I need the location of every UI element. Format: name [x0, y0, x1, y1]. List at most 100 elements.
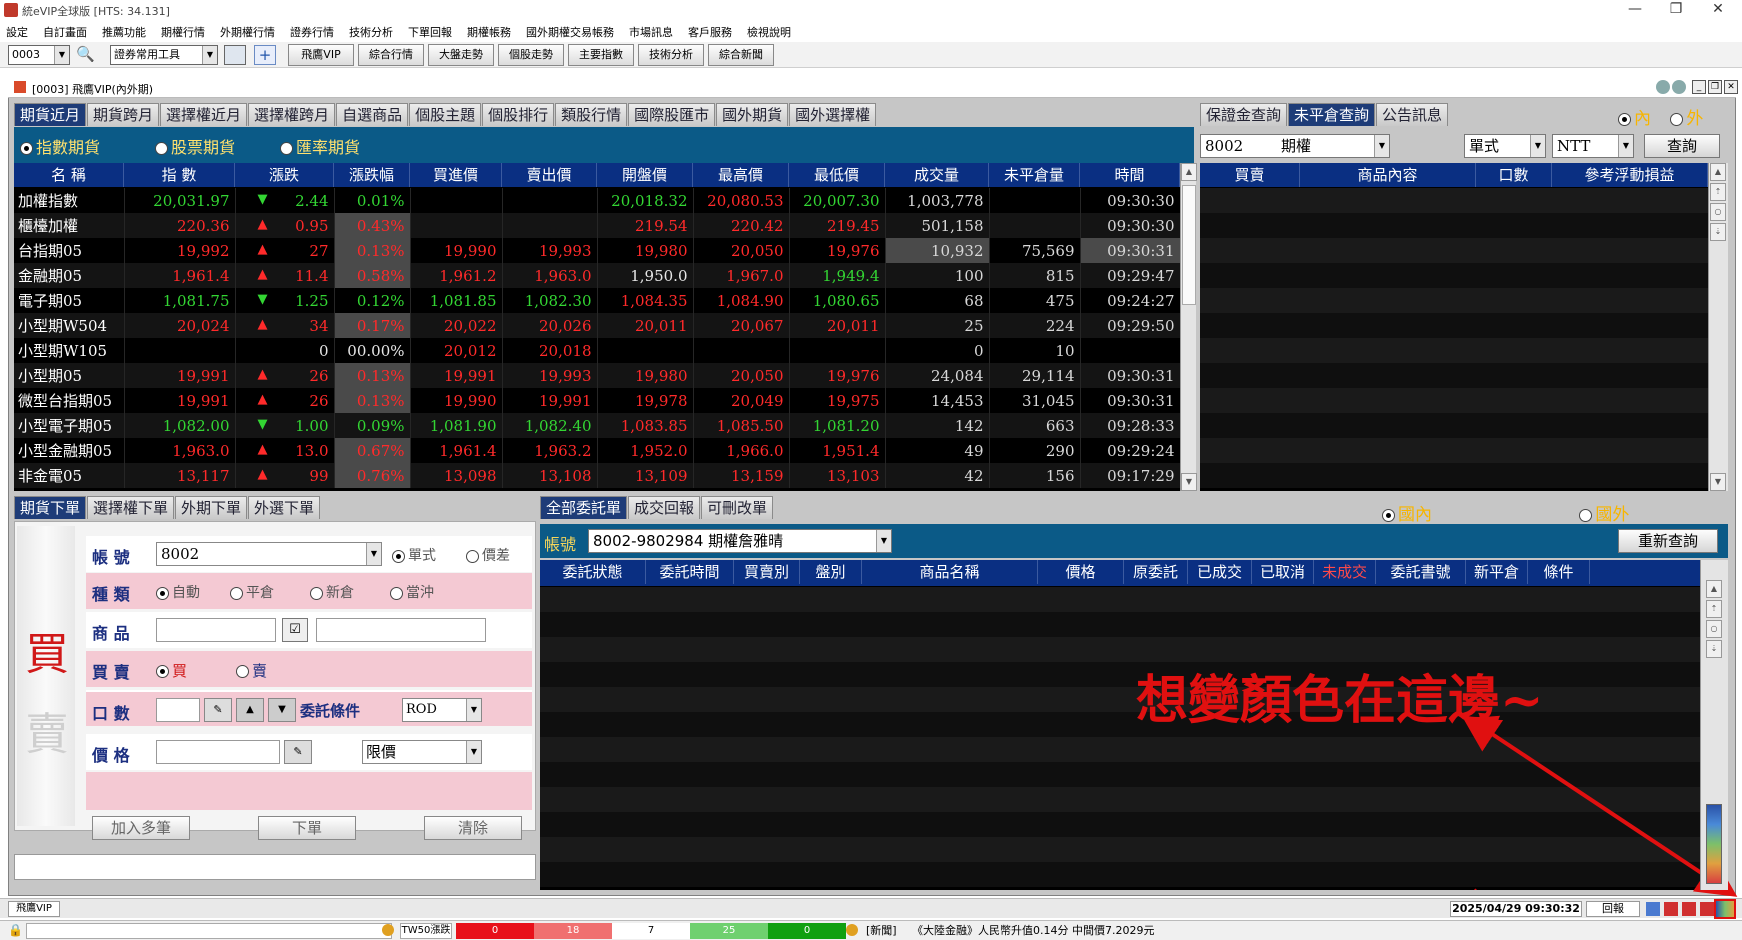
chevron-down-icon[interactable]: ▼	[466, 699, 481, 721]
position-mode-combo[interactable]: 單式 ▼	[1464, 134, 1546, 158]
chevron-down-icon[interactable]: ▼	[1530, 135, 1545, 157]
scroll-up-icon[interactable]: ▲	[1181, 163, 1197, 181]
page-down-icon[interactable]: ⇣	[1710, 223, 1726, 241]
quote-row[interactable]: 電子期05 1,081.75 ▼ 1.25 0.12% 1,081.85 1,082.30 1…	[14, 288, 1181, 313]
menu-item-12[interactable]: 檢視說明	[741, 22, 800, 40]
account-combo[interactable]: 8002 ▼	[156, 542, 382, 566]
position-col-header-2[interactable]: 口數	[1476, 163, 1552, 187]
qty-keypad-icon[interactable]: ✎	[204, 698, 232, 722]
quote-scrollbar[interactable]: ▲ ▼	[1180, 163, 1197, 491]
sell-big-label[interactable]: 賣	[25, 698, 69, 762]
menu-item-1[interactable]: 自訂畫面	[37, 22, 96, 40]
chevron-down-icon[interactable]: ▼	[876, 530, 891, 552]
quote-row[interactable]: 小型期05 19,991 ▲ 26 0.13% 19,991 19,993 19,980 20,…	[14, 363, 1181, 388]
quote-col-header-5[interactable]: 賣出價	[502, 163, 597, 187]
menu-item-9[interactable]: 國外期權交易帳務	[520, 22, 623, 40]
quote-tab-5[interactable]: 個股主題	[409, 103, 482, 126]
page-up-icon[interactable]: ⇡	[1706, 600, 1722, 618]
order-tab-0[interactable]: 期貨下單	[14, 496, 87, 519]
quote-col-header-0[interactable]: 名 稱	[14, 163, 124, 187]
window-tile-icon[interactable]	[1646, 902, 1660, 916]
quote-row[interactable]: 小型期W105 0 00.00% 20,012 20,018 0 10	[14, 338, 1181, 363]
menu-item-6[interactable]: 技術分析	[343, 22, 402, 40]
quote-tab-10[interactable]: 國外選擇權	[789, 103, 877, 126]
submit-order-button[interactable]: 下單	[258, 816, 356, 840]
orders-radio-domestic[interactable]	[1382, 508, 1395, 522]
refresh-query-button[interactable]: 重新查詢	[1618, 529, 1718, 553]
receipt-indicator[interactable]: 回報	[1586, 901, 1640, 917]
quote-col-header-9[interactable]: 成交量	[885, 163, 989, 187]
circle-icon[interactable]: ○	[1710, 203, 1726, 221]
layout-icon[interactable]	[224, 45, 246, 65]
menu-item-4[interactable]: 外期權行情	[214, 22, 284, 40]
order-tab-3[interactable]: 外選下單	[248, 496, 321, 519]
qty-up-icon[interactable]: ▲	[236, 698, 264, 722]
chevron-down-icon[interactable]: ▼	[202, 46, 217, 64]
quote-col-header-11[interactable]: 時間	[1080, 163, 1180, 187]
orders-account-combo[interactable]: 8002-9802984 期權詹雅晴 ▼	[588, 529, 892, 553]
radio-domestic[interactable]	[1618, 112, 1631, 126]
menu-item-2[interactable]: 推薦功能	[96, 22, 155, 40]
inner-close-button[interactable]: ✕	[1724, 80, 1738, 94]
menu-item-0[interactable]: 設定	[0, 22, 37, 40]
quote-row[interactable]: 小型金融期05 1,963.0 ▲ 13.0 0.67% 1,961.4 1,963.2 1,…	[14, 438, 1181, 463]
help-icon[interactable]	[1672, 80, 1686, 94]
quote-row[interactable]: 小型期W504 20,024 ▲ 34 0.17% 20,022 20,026 20,011 2…	[14, 313, 1181, 338]
orders-tab-1[interactable]: 成交回報	[628, 496, 701, 519]
orders-scrollbar[interactable]: ▲ ⇡ ○ ⇣	[1700, 560, 1728, 890]
inner-restore-button[interactable]: ❐	[1708, 80, 1722, 94]
quote-row[interactable]: 非金電05 13,117 ▲ 99 0.76% 13,098 13,108 13,109 13,…	[14, 463, 1181, 488]
orders-radio-foreign[interactable]	[1579, 508, 1593, 522]
position-col-header-0[interactable]: 買賣	[1200, 163, 1300, 187]
quote-tab-1[interactable]: 期貨跨月	[87, 103, 160, 126]
color-palette-icons[interactable]	[1706, 804, 1722, 884]
product-picker-icon[interactable]: ☑	[282, 618, 308, 642]
quote-row[interactable]: 小型電子期05 1,082.00 ▼ 1.00 0.09% 1,081.90 1,082.4…	[14, 413, 1181, 438]
kind-radio-1[interactable]: 平倉	[230, 582, 274, 602]
side-buy-radio[interactable]: 買	[156, 660, 187, 681]
color-setting-icon[interactable]	[1714, 899, 1736, 919]
minimize-button[interactable]: —	[1615, 1, 1655, 17]
kind-radio-0[interactable]: 自動	[156, 582, 200, 602]
kind-radio-2[interactable]: 新倉	[310, 582, 354, 602]
window-alt-icon[interactable]	[1682, 902, 1696, 916]
chevron-down-icon[interactable]: ▼	[466, 741, 481, 763]
toolbar-button-1[interactable]: 綜合行情	[358, 44, 424, 66]
quote-radio-2[interactable]: 匯率期貨	[280, 134, 360, 158]
quote-tab-6[interactable]: 個股排行	[482, 103, 555, 126]
quote-tab-9[interactable]: 國外期貨	[716, 103, 789, 126]
quote-row[interactable]: 櫃檯加權 220.36 ▲ 0.95 0.43% 219.54 220.42 219.45 50…	[14, 213, 1181, 238]
position-tab-2[interactable]: 公告訊息	[1376, 103, 1449, 126]
command-input[interactable]	[26, 923, 392, 939]
toolbar-button-3[interactable]: 個股走勢	[498, 44, 564, 66]
kind-radio-3[interactable]: 當沖	[390, 582, 434, 602]
quote-radio-0[interactable]: 指數期貨	[20, 134, 100, 158]
scroll-down-icon[interactable]: ▼	[1710, 473, 1726, 491]
quote-col-header-7[interactable]: 最高價	[693, 163, 789, 187]
quote-col-header-10[interactable]: 未平倉量	[989, 163, 1080, 187]
chevron-down-icon[interactable]: ▼	[54, 46, 69, 64]
quote-col-header-1[interactable]: 指 數	[124, 163, 235, 187]
single-radio[interactable]: 單式	[392, 545, 436, 565]
position-col-header-1[interactable]: 商品內容	[1300, 163, 1476, 187]
qty-input[interactable]	[156, 698, 200, 722]
order-tab-2[interactable]: 外期下單	[175, 496, 248, 519]
inner-minimize-button[interactable]: _	[1692, 80, 1706, 94]
toolbar-button-4[interactable]: 主要指數	[568, 44, 634, 66]
window-cascade-icon[interactable]	[1664, 902, 1678, 916]
menu-item-7[interactable]: 下單回報	[402, 22, 461, 40]
menu-item-8[interactable]: 期權帳務	[461, 22, 520, 40]
side-sell-radio[interactable]: 賣	[236, 660, 267, 681]
position-scrollbar[interactable]: ▲ ⇡ ○ ⇣ ▼	[1708, 163, 1728, 491]
quote-radio-1[interactable]: 股票期貨	[155, 134, 235, 158]
quote-tab-4[interactable]: 自選商品	[336, 103, 409, 126]
position-account-combo[interactable]: 8002 期權 ▼	[1200, 134, 1390, 158]
price-keypad-icon[interactable]: ✎	[284, 740, 312, 764]
lock-icon[interactable]: 🔒	[8, 923, 23, 939]
position-tab-1[interactable]: 未平倉查詢	[1288, 103, 1376, 126]
close-button[interactable]: ✕	[1698, 1, 1738, 17]
toolbar-button-6[interactable]: 綜合新聞	[708, 44, 774, 66]
toolbar-button-5[interactable]: 技術分析	[638, 44, 704, 66]
search-icon[interactable]: 🔍	[76, 45, 96, 65]
quote-tab-7[interactable]: 類股行情	[555, 103, 628, 126]
